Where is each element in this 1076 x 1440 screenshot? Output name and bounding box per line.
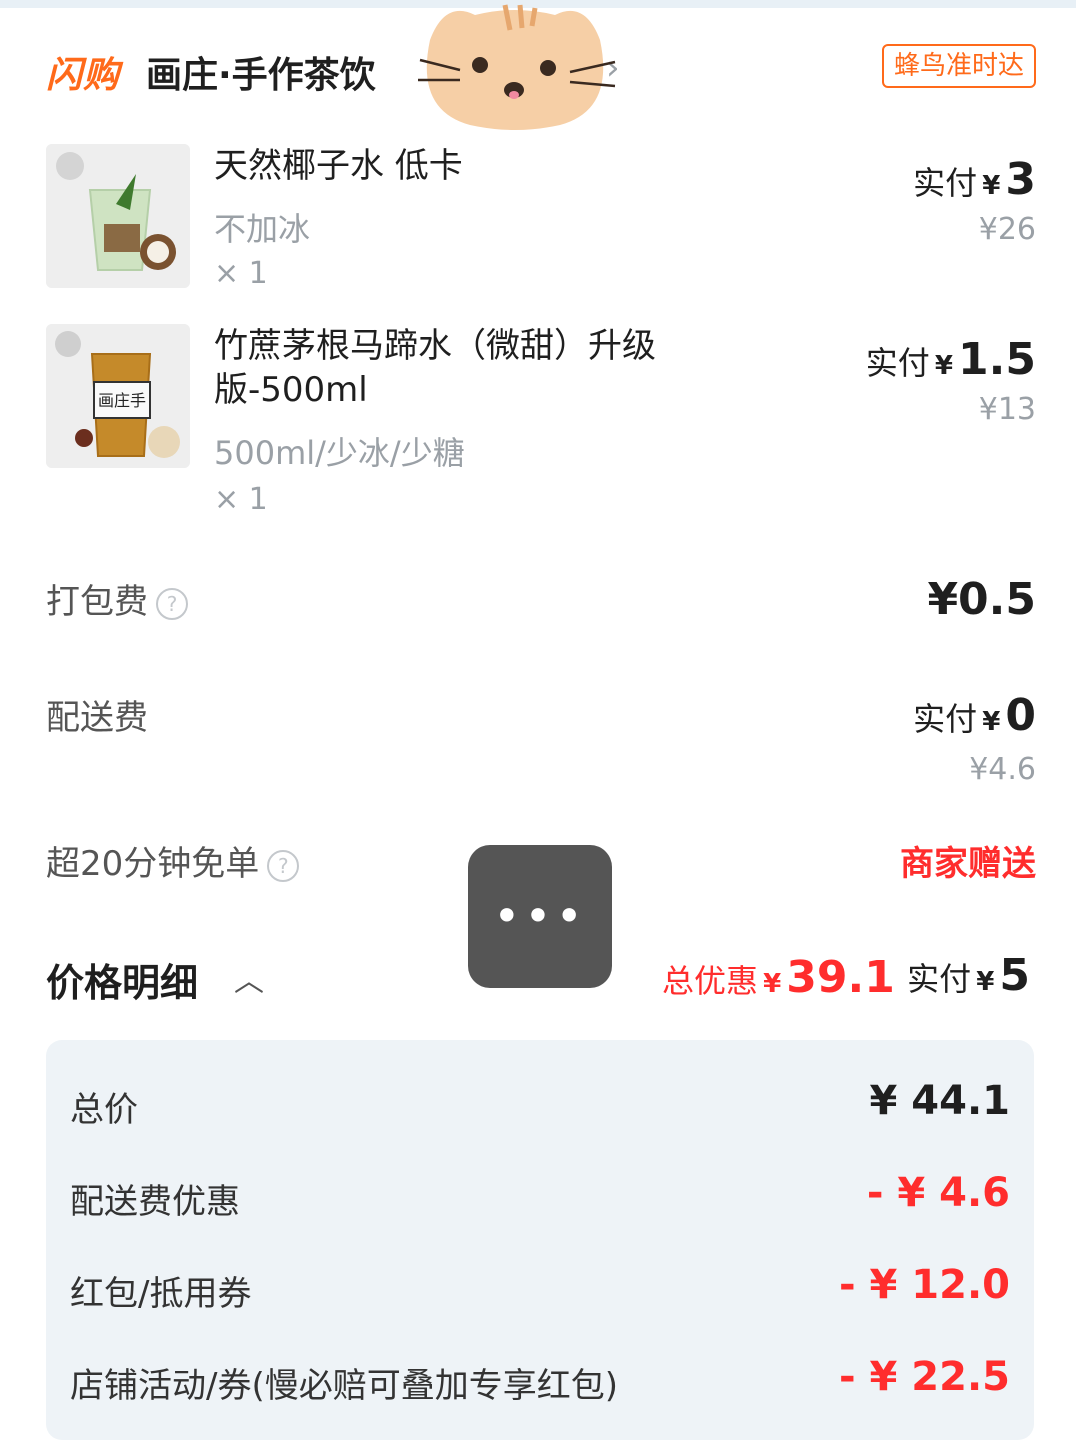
question-circle-icon[interactable]: ? [156, 587, 188, 620]
paid-label: 实付 [913, 164, 978, 202]
late-free-label: 超20分钟免单 [46, 844, 260, 884]
currency-symbol: ¥ [982, 707, 1001, 737]
item-name: 竹蔗茅根马蹄水（微甜）升级版-500ml [214, 326, 656, 410]
price-row-label: 红包/抵用券 [70, 1274, 252, 1314]
delivery-badge: 蜂鸟准时达 [881, 44, 1036, 88]
delivery-fee-row: 配送费 实付 ¥ 0 ¥4.6 [46, 690, 1036, 790]
price-row-label: 配送费优惠 [70, 1182, 240, 1222]
product-image [46, 144, 190, 288]
merchant-gift-label: 商家赠送 [900, 844, 1036, 884]
delivery-paid-price: 实付 ¥ 0 [913, 690, 1036, 741]
question-circle-icon[interactable]: ? [267, 849, 300, 882]
product-image: 画庄手 [46, 324, 190, 468]
delivery-original-price: ¥4.6 [969, 752, 1036, 787]
price-row-value: - ¥ 22.5 [839, 1354, 1010, 1400]
shop-name[interactable]: 画庄·手作茶饮 [146, 46, 376, 98]
paid-label: 实付 [865, 344, 930, 382]
total-discount: 总优惠 ¥ 39.1 [662, 952, 895, 1003]
brand-logo: 闪购 [46, 55, 121, 96]
total-paid: 实付 ¥ 5 [907, 950, 1030, 1001]
price-row: 店铺活动/券(慢必赔可叠加专享红包) - ¥ 22.5 [70, 1354, 1010, 1408]
paid-label: 实付 [913, 700, 978, 738]
item-quantity: × 1 [214, 256, 268, 291]
price-row-value: ¥ 44.1 [869, 1078, 1010, 1124]
paid-amount: 0 [1005, 690, 1036, 741]
item-quantity: × 1 [214, 482, 268, 517]
cat-sticker-icon [418, 4, 616, 130]
price-row: 总价 ¥ 44.1 [70, 1078, 1010, 1132]
price-detail-title[interactable]: 价格明细 [46, 952, 198, 1007]
price-row-label: 总价 [70, 1090, 138, 1130]
packing-fee-value: ¥0.5 [927, 574, 1036, 625]
price-detail-panel: 总价 ¥ 44.1 配送费优惠 - ¥ 4.6 红包/抵用券 - ¥ 12.0 … [46, 1040, 1034, 1440]
original-price: ¥13 [978, 392, 1036, 427]
currency-symbol: ¥ [934, 351, 953, 381]
price-row: 配送费优惠 - ¥ 4.6 [70, 1170, 1010, 1224]
packing-fee-label-wrap: 打包费? [46, 574, 188, 623]
order-item[interactable]: 天然椰子水 低卡 不加冰 × 1 实付 ¥ 3 ¥26 [46, 144, 1036, 304]
item-name: 天然椰子水 低卡 [214, 146, 463, 186]
order-item[interactable]: 画庄手 竹蔗茅根马蹄水（微甜）升级版-500ml 500ml/少冰/少糖 × 1… [46, 324, 1036, 524]
paid-amount: 5 [999, 950, 1030, 1001]
svg-text:画庄手: 画庄手 [98, 391, 146, 410]
item-paid-price: 实付 ¥ 1.5 [866, 334, 1036, 385]
paid-amount: 3 [1005, 154, 1036, 205]
discount-amount: 39.1 [786, 952, 895, 1003]
packing-fee-label: 打包费 [46, 582, 148, 622]
more-dots-icon[interactable]: ••• [468, 845, 612, 988]
price-row: 红包/抵用券 - ¥ 12.0 [70, 1262, 1010, 1316]
item-paid-price: 实付 ¥ 3 [913, 154, 1036, 205]
price-row-value: - ¥ 12.0 [839, 1262, 1010, 1308]
delivery-fee-label: 配送费 [46, 698, 148, 738]
currency-symbol: ¥ [763, 969, 782, 999]
chevron-up-icon[interactable]: ︿ [234, 956, 264, 1000]
discount-label: 总优惠 [662, 962, 759, 1000]
currency-symbol: ¥ [982, 171, 1001, 201]
currency-symbol: ¥ [976, 967, 995, 997]
item-spec: 500ml/少冰/少糖 [214, 434, 465, 472]
original-price: ¥26 [978, 212, 1036, 247]
paid-label: 实付 [907, 960, 972, 998]
price-row-label: 店铺活动/券(慢必赔可叠加专享红包) [70, 1366, 618, 1406]
price-row-value: - ¥ 4.6 [866, 1170, 1010, 1216]
item-spec: 不加冰 [214, 210, 311, 248]
paid-amount: 1.5 [958, 334, 1036, 385]
late-free-label-wrap: 超20分钟免单? [46, 836, 300, 885]
packing-fee-row: 打包费? ¥0.5 [46, 574, 1036, 634]
